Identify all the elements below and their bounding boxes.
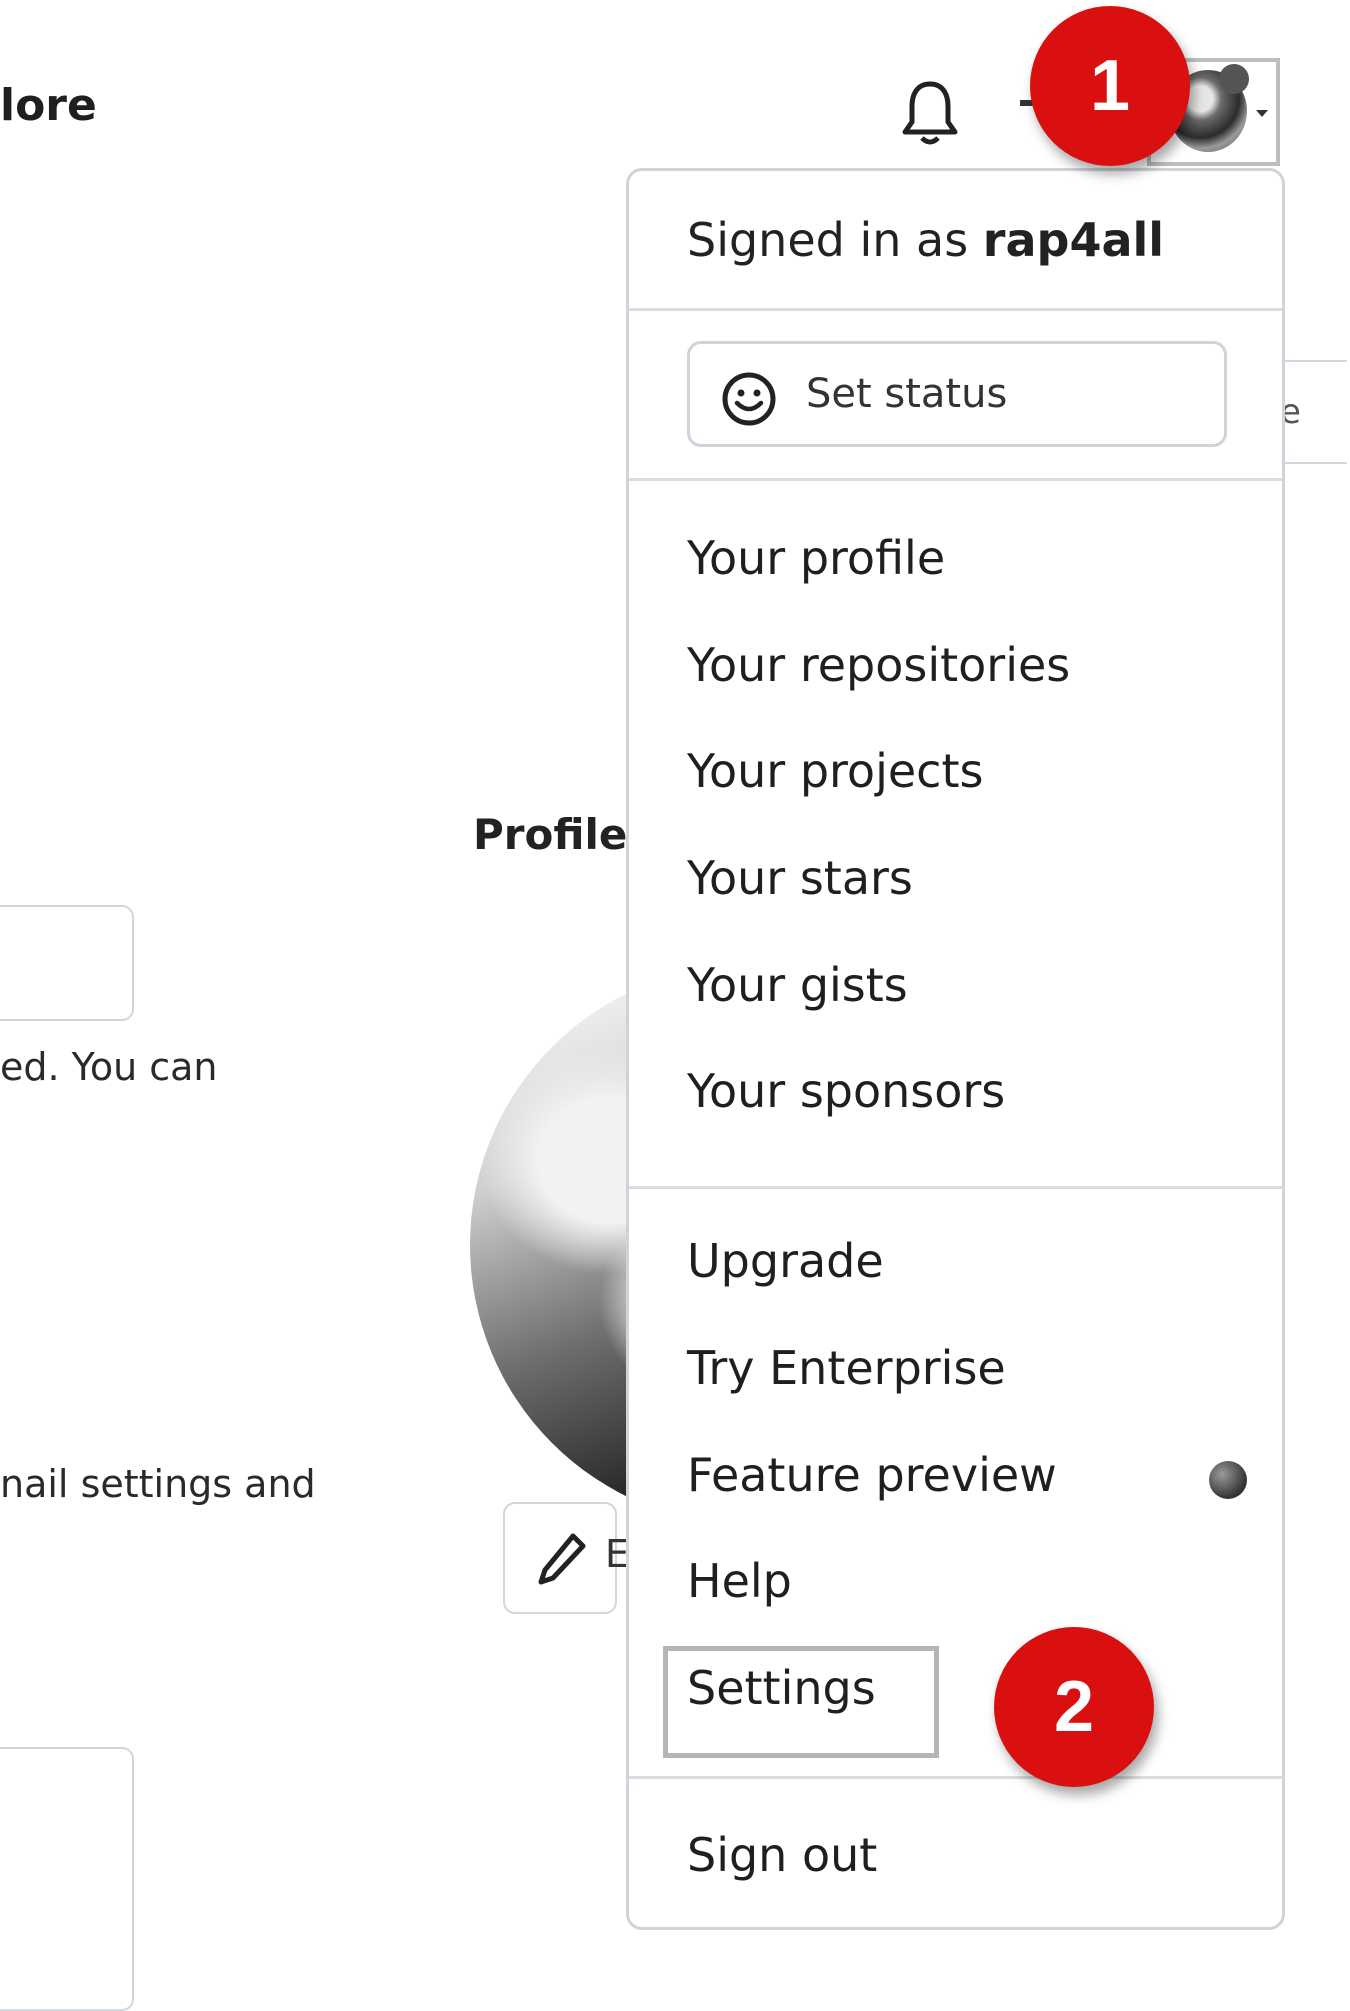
menu-item-your-gists[interactable]: Your gists <box>687 958 908 1012</box>
menu-item-settings[interactable]: Settings <box>687 1661 876 1715</box>
help-text-fragment: ed. You can <box>0 1045 218 1089</box>
menu-item-your-sponsors[interactable]: Your sponsors <box>687 1064 1005 1118</box>
menu-item-upgrade[interactable]: Upgrade <box>687 1234 884 1288</box>
menu-divider <box>629 1776 1282 1779</box>
email-help-text-fragment: nail settings and <box>0 1462 316 1506</box>
menu-divider <box>629 308 1282 311</box>
step-marker-1: 1 <box>1030 6 1190 166</box>
menu-item-your-repositories[interactable]: Your repositories <box>687 638 1070 692</box>
signed-in-prefix: Signed in as <box>687 213 969 267</box>
name-input-fragment[interactable] <box>0 905 134 1021</box>
menu-divider <box>629 1186 1282 1189</box>
menu-item-sign-out[interactable]: Sign out <box>687 1828 877 1882</box>
menu-item-your-projects[interactable]: Your projects <box>687 744 983 798</box>
menu-item-help[interactable]: Help <box>687 1554 792 1608</box>
chevron-down-icon <box>1256 110 1268 117</box>
set-status-label: Set status <box>806 371 1008 417</box>
set-status-button[interactable]: Set status <box>687 341 1227 447</box>
menu-item-feature-preview[interactable]: Feature preview <box>687 1448 1057 1502</box>
notifications-bell-icon[interactable] <box>900 78 960 148</box>
signed-in-username: rap4all <box>982 213 1165 267</box>
smiley-icon <box>722 372 776 426</box>
user-dropdown-menu: Signed in as rap4all Set status Your pro… <box>626 168 1285 1930</box>
signed-in-text: Signed in as rap4all <box>687 213 1164 267</box>
edit-picture-button[interactable]: E <box>503 1502 629 1614</box>
menu-item-your-profile[interactable]: Your profile <box>687 531 945 585</box>
menu-item-your-stars[interactable]: Your stars <box>687 851 913 905</box>
bio-textarea-fragment[interactable] <box>0 1747 134 2011</box>
status-dot-icon <box>1219 64 1249 94</box>
header-nav-explore[interactable]: lore <box>0 80 97 131</box>
feature-preview-indicator-icon <box>1209 1461 1247 1499</box>
profile-picture-heading: Profile <box>473 810 628 859</box>
step-marker-2: 2 <box>994 1627 1154 1787</box>
menu-divider <box>629 478 1282 481</box>
pencil-icon <box>538 1533 586 1585</box>
menu-item-try-enterprise[interactable]: Try Enterprise <box>687 1341 1006 1395</box>
